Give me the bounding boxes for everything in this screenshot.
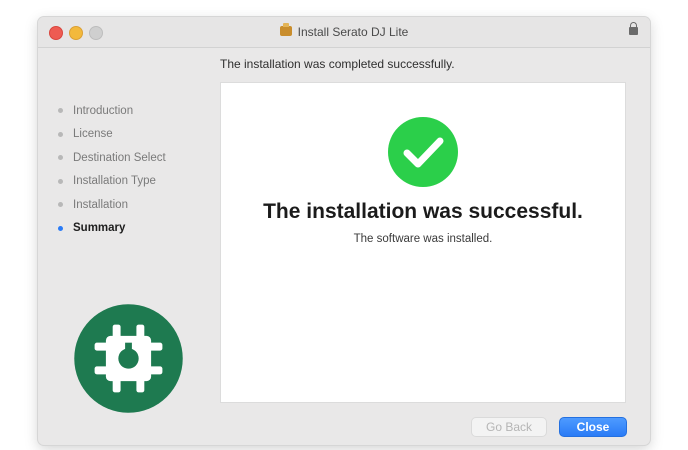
serato-logo-icon — [74, 304, 183, 413]
step-bullet-icon — [58, 108, 63, 114]
step-bullet-icon — [58, 202, 63, 208]
package-icon — [279, 23, 292, 36]
step-label: Installation — [73, 198, 128, 211]
step-license: License — [58, 123, 166, 147]
step-introduction: Introduction — [58, 99, 166, 123]
step-bullet-icon — [58, 225, 63, 231]
installer-window: Install Serato DJ Lite The installation … — [38, 17, 650, 445]
summary-panel: The installation was successful. The sof… — [220, 82, 626, 403]
window-title-group: Install Serato DJ Lite — [38, 17, 650, 47]
step-label: Summary — [73, 222, 126, 235]
step-installation-type: Installation Type — [58, 170, 166, 194]
page-header: The installation was completed successfu… — [220, 57, 455, 71]
window-title: Install Serato DJ Lite — [297, 25, 409, 39]
step-installation: Installation — [58, 193, 166, 217]
success-subtitle: The software was installed. — [353, 233, 493, 245]
lock-icon — [629, 22, 638, 35]
step-bullet-icon — [58, 178, 63, 184]
title-bar: Install Serato DJ Lite — [38, 17, 650, 48]
step-summary: Summary — [58, 217, 166, 241]
step-bullet-icon — [58, 155, 63, 161]
installer-steps: Introduction License Destination Select … — [58, 99, 166, 240]
close-button[interactable]: Close — [559, 417, 627, 437]
step-label: License — [73, 128, 113, 141]
go-back-button[interactable]: Go Back — [471, 417, 547, 437]
step-label: Installation Type — [73, 175, 156, 188]
checkmark-icon — [388, 117, 458, 187]
success-title: The installation was successful. — [263, 200, 583, 223]
step-label: Introduction — [73, 104, 134, 117]
step-bullet-icon — [58, 131, 63, 137]
step-destination-select: Destination Select — [58, 146, 166, 170]
step-label: Destination Select — [73, 151, 166, 164]
